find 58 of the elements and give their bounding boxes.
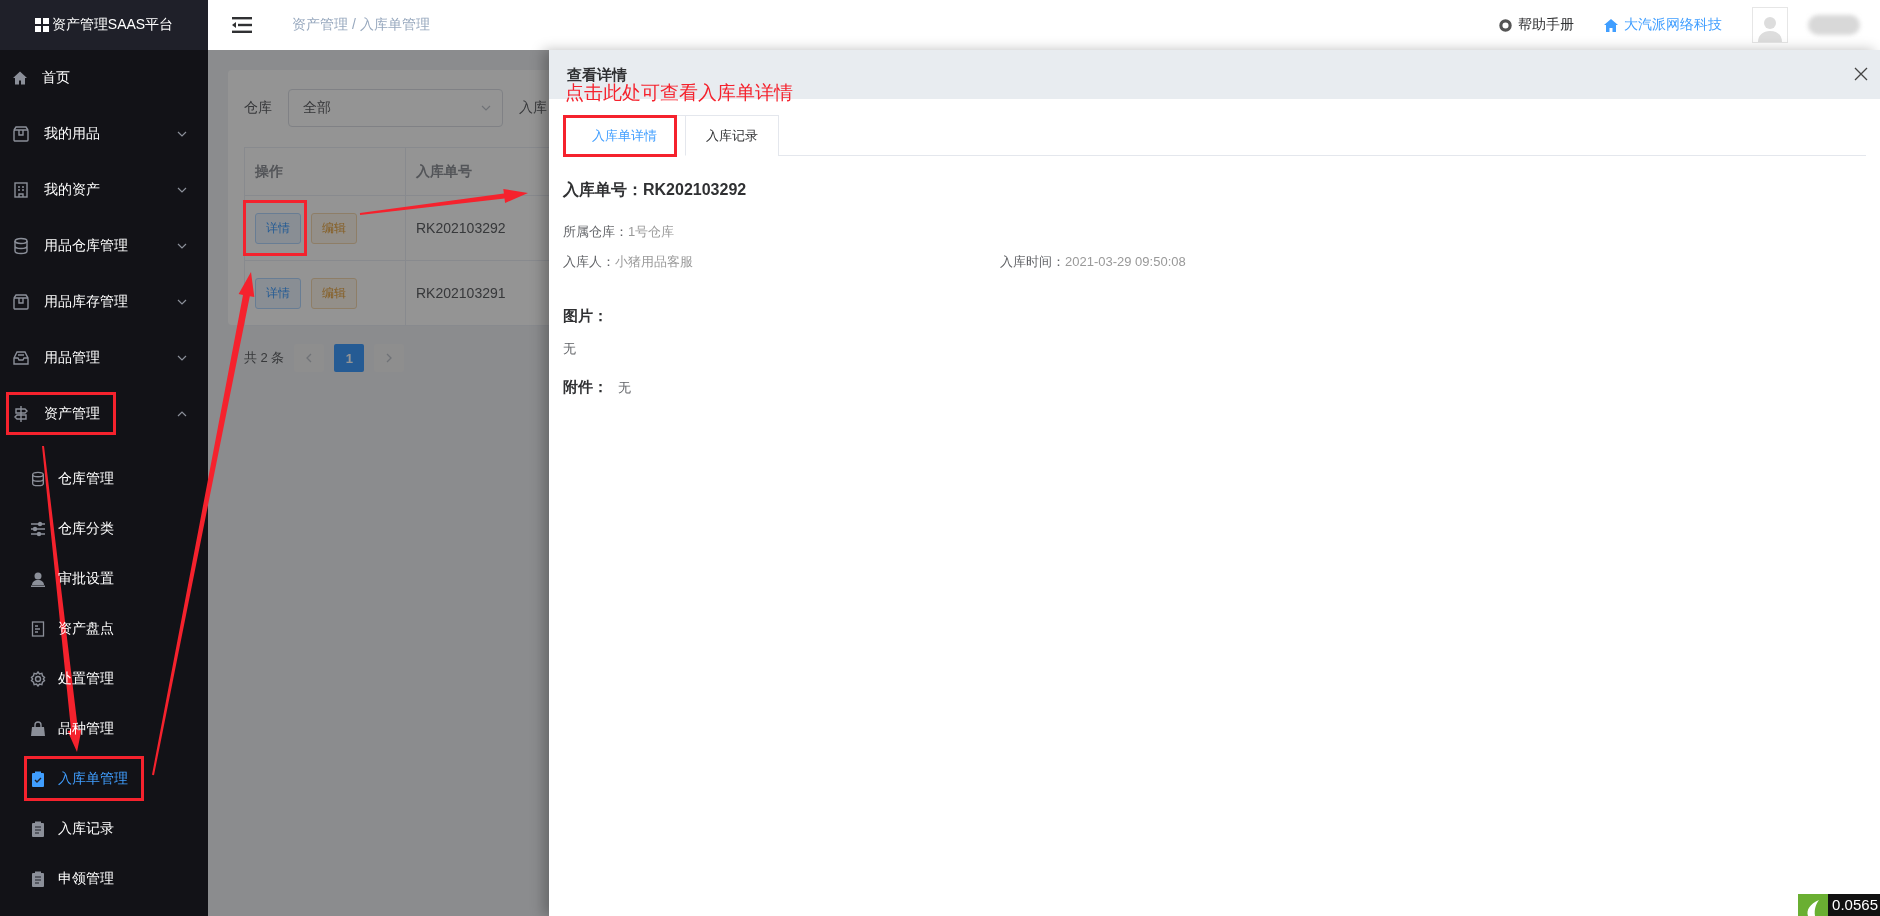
clipboard-icon (30, 821, 46, 837)
database-icon (12, 237, 30, 255)
building-icon (12, 181, 30, 199)
field-value: 无 (563, 340, 577, 358)
filter-label: 仓库 (244, 99, 272, 117)
menu-fold-icon[interactable] (232, 16, 252, 34)
highlight-frame (243, 200, 307, 256)
sidebar-item[interactable]: 我的资产 (0, 162, 208, 218)
user-icon (30, 571, 46, 587)
user-silhouette-icon (1757, 14, 1783, 42)
sliders-icon (30, 521, 46, 537)
column-header: 操作 (244, 147, 406, 196)
database-icon (30, 471, 46, 487)
sidebar-subitem[interactable]: 入库单管理 (0, 754, 208, 804)
app-title: 资产管理SAAS平台 (51, 16, 174, 34)
section-title: 附件： (563, 378, 608, 397)
warehouse-select[interactable]: 全部 (288, 89, 503, 127)
home-icon (12, 70, 28, 86)
drawer-title: 查看详情 (567, 67, 627, 83)
total-count: 共 2 条 (244, 349, 285, 367)
sidebar-item[interactable]: 首页 (0, 50, 208, 106)
close-icon[interactable] (1854, 67, 1868, 81)
annotation-text: 点击此处可查看入库单详情 (565, 83, 793, 103)
filter-label: 入库 (519, 99, 547, 117)
signpost-icon (12, 405, 30, 423)
blurred-username (1808, 15, 1860, 35)
field-label: 所属仓库： (563, 224, 628, 239)
sidebar-item[interactable]: 资产管理 (0, 386, 208, 442)
package-icon (12, 293, 30, 311)
lifebuoy-icon (1499, 18, 1512, 32)
help-link[interactable]: 帮助手册 (1499, 16, 1574, 34)
package-icon (12, 125, 30, 143)
field-value: 2021-03-29 09:50:08 (1065, 254, 1186, 269)
sidebar-subitem[interactable]: 仓库分类 (0, 504, 208, 554)
section-title: 图片： (563, 307, 609, 326)
gear-icon (30, 671, 46, 687)
sidebar-subitem[interactable]: 仓库管理 (0, 454, 208, 504)
leaf-icon (1805, 898, 1822, 916)
sidebar-item[interactable]: 我的用品 (0, 106, 208, 162)
avatar[interactable] (1752, 7, 1788, 43)
sidebar-item[interactable]: 用品仓库管理 (0, 218, 208, 274)
field-value: 无 (618, 379, 631, 397)
document-icon (30, 621, 46, 637)
field-value: 1号仓库 (628, 224, 675, 239)
sidebar-subitem[interactable]: 申领管理 (0, 854, 208, 904)
sidebar-subitem[interactable]: 入库记录 (0, 804, 208, 854)
inbox-icon (12, 349, 30, 367)
home-icon (1604, 18, 1618, 32)
speed-badge: 0.0565 (1828, 894, 1880, 916)
sidebar-item[interactable]: 用品库存管理 (0, 274, 208, 330)
clipboard-check-icon (30, 771, 46, 787)
bag-icon (30, 721, 46, 737)
breadcrumb: 资产管理 / 入库单管理 (291, 16, 431, 34)
sidebar-item[interactable]: 用品管理 (0, 330, 208, 386)
field-label: 入库时间： (1000, 254, 1065, 269)
clipboard-icon (30, 871, 46, 887)
grid-logo-icon (34, 18, 49, 32)
tab[interactable]: 入库记录 (686, 115, 779, 156)
